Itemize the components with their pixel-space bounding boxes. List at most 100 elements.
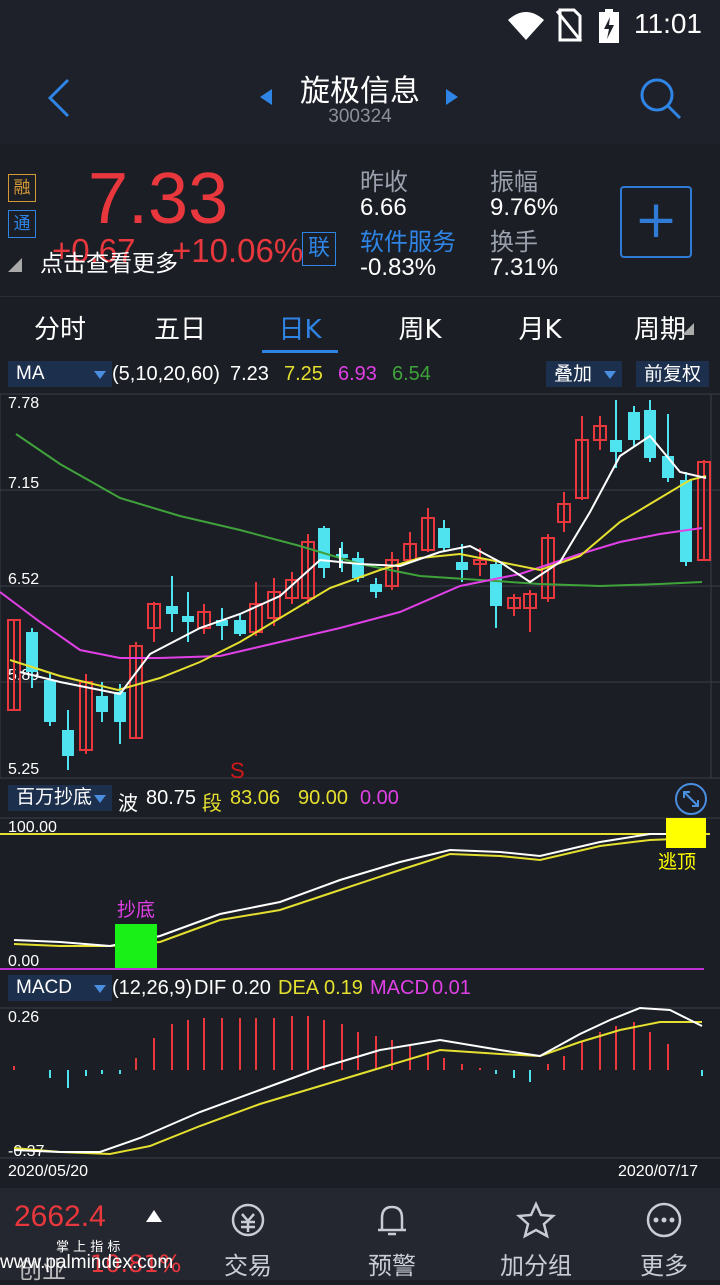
up-arrow-icon [146, 1210, 162, 1222]
lower-line-value: 0.00 [360, 787, 399, 809]
tab-intraday[interactable]: 分时 [10, 309, 110, 346]
candle-down [166, 606, 178, 614]
wave-label: 波 [118, 793, 138, 815]
tab-weekly-k[interactable]: 周K [370, 309, 470, 346]
price-change-pct: +10.06% [172, 232, 304, 269]
active-tab-indicator [262, 350, 338, 353]
upper-line-value: 90.00 [298, 787, 349, 809]
macd-indicator-bar: MACD (12,26,9) DIF 0.20 DEA 0.19 MACD 0.… [0, 972, 720, 1006]
adjust-button[interactable]: 前复权 [636, 361, 710, 387]
buy-signal-box [115, 924, 157, 968]
stock-name: 旋极信息 [300, 74, 420, 109]
no-sim-icon [556, 8, 582, 42]
nav-trade-label: 交易 [224, 1252, 272, 1280]
stock-code: 300324 [328, 106, 392, 127]
wave-bottom-label: 0.00 [8, 953, 39, 970]
index-value: 2662.4 [14, 1200, 106, 1233]
dif-line [13, 1006, 703, 1153]
candle-down [456, 562, 468, 570]
search-icon[interactable] [638, 76, 684, 122]
ma-indicator-bar: MA (5,10,20,60) 7.23 7.25 6.93 6.54 叠加 前… [0, 358, 720, 392]
ma10-line [9, 475, 707, 692]
candle-down [628, 412, 640, 440]
turnover-label: 换手 [490, 228, 538, 256]
y-axis-label: 7.78 [8, 395, 39, 412]
more-icon [646, 1202, 682, 1238]
amplitude-value: 9.76% [490, 194, 559, 221]
nav-add-group-label: 加分组 [500, 1252, 572, 1280]
macd-chart[interactable]: 0.26-0.372020/05/20 2020/07/17 [0, 1006, 720, 1182]
corner-triangle-icon [8, 258, 22, 272]
view-more-link[interactable]: 点击查看更多 [40, 244, 178, 278]
kline-chart[interactable]: 7.787.156.525.895.25 S [0, 392, 720, 780]
margin-tag: 融 [8, 174, 36, 202]
candle-down [182, 616, 194, 622]
sector-change: -0.83% [360, 254, 437, 281]
macd-params: (12,26,9) [112, 977, 193, 999]
battery-charging-icon [599, 9, 619, 43]
dif-value: 0.20 [232, 977, 271, 999]
period-corner-icon [682, 323, 694, 335]
overlay-label: 叠加 [554, 363, 593, 385]
ma5-value: 7.23 [230, 363, 269, 385]
candle-down [490, 564, 502, 606]
app-header: 旋极信息 300324 [0, 52, 720, 144]
candle-down [438, 528, 450, 548]
date-end-label: 2020/07/17 [618, 1163, 698, 1180]
ma-selector[interactable]: MA [8, 361, 112, 387]
sector-link[interactable]: 软件服务 [360, 222, 456, 257]
nav-alert-label: 预警 [368, 1252, 416, 1280]
nav-trade[interactable]: 交易 [176, 1188, 320, 1280]
date-start-label: 2020/05/20 [8, 1163, 88, 1180]
macd-selector[interactable]: MACD [8, 975, 112, 1001]
next-stock-icon[interactable] [444, 88, 460, 106]
candle-down [680, 480, 692, 562]
ma60-value: 6.54 [392, 363, 431, 385]
watermark: www.palmindex.com [0, 1252, 174, 1273]
nav-alert[interactable]: 预警 [320, 1188, 464, 1280]
ma5-line [19, 434, 707, 696]
wave-value: 80.75 [146, 787, 197, 809]
tab-daily-k[interactable]: 日K [250, 309, 350, 346]
candle-down [318, 528, 330, 568]
wave-selector-label: 百万抄底 [16, 787, 93, 808]
amplitude-label: 振幅 [490, 168, 538, 196]
macd-value: 0.01 [432, 977, 471, 999]
ma10-value: 7.25 [284, 363, 323, 385]
segment-label: 段 [202, 793, 222, 815]
ma-params: (5,10,20,60) [112, 363, 220, 385]
wave-top-label: 100.00 [8, 819, 57, 836]
candle-down [352, 558, 364, 578]
candle-down [370, 584, 382, 592]
tab-monthly-k[interactable]: 月K [490, 309, 590, 346]
segment-value: 83.06 [230, 787, 281, 809]
wave-selector[interactable]: 百万抄底 [8, 785, 112, 811]
wifi-icon [508, 12, 544, 40]
tab-five-day[interactable]: 五日 [130, 309, 230, 346]
status-time: 11:01 [634, 8, 702, 39]
nav-more[interactable]: 更多 [608, 1188, 720, 1280]
ma20-value: 6.93 [338, 363, 377, 385]
dropdown-arrow-icon [604, 371, 616, 379]
dropdown-arrow-icon [94, 795, 106, 803]
overlay-button[interactable]: 叠加 [546, 361, 622, 387]
nav-more-label: 更多 [640, 1252, 688, 1280]
connect-tag: 通 [8, 210, 36, 238]
nav-add-group[interactable]: 加分组 [464, 1188, 608, 1280]
star-icon [516, 1200, 556, 1239]
ma-selector-label: MA [16, 363, 45, 384]
ma20-line [0, 527, 703, 659]
tab-period[interactable]: 周期 [610, 309, 710, 346]
add-watchlist-button[interactable]: + [620, 186, 692, 258]
dea-label: DEA [278, 977, 320, 999]
linked-tag[interactable]: 联 [302, 232, 336, 266]
buy-signal-label: 抄底 [117, 899, 155, 921]
wave-chart[interactable]: 100.00 0.00 抄底 逃顶 [0, 816, 720, 972]
current-price: 7.33 [88, 159, 229, 239]
candle-down [234, 620, 246, 634]
sell-signal-label: 逃顶 [658, 851, 696, 873]
dif-label: DIF [194, 977, 227, 999]
expand-icon[interactable] [674, 782, 708, 816]
bell-icon [378, 1205, 406, 1236]
y-axis-label: 6.52 [8, 571, 39, 588]
